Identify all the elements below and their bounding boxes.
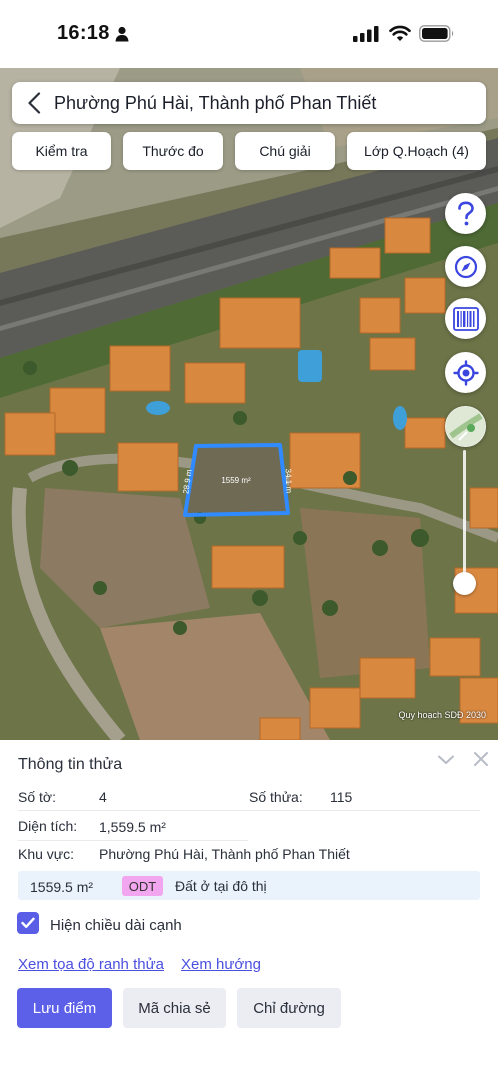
map-credit: Quy hoạch SDĐ 2030 — [398, 710, 486, 720]
parcel-info-panel: Thông tin thửa Số tờ: 4 Số thửa: 115 Diệ… — [0, 740, 498, 1080]
location-title: Phường Phú Hài, Thành phố Phan Thiết — [54, 92, 377, 113]
zone-name: Đất ở tại đô thị — [175, 878, 267, 894]
parcel-edge-right-label: 34.1 m — [284, 469, 294, 494]
show-edge-length-checkbox[interactable] — [17, 912, 39, 934]
chip-kiem-tra[interactable]: Kiểm tra — [12, 132, 111, 170]
barcode-icon — [452, 306, 479, 331]
my-location-icon — [452, 359, 479, 386]
layer-thumbnail-icon — [445, 406, 486, 447]
chip-thuoc-do[interactable]: Thước đo — [123, 132, 223, 170]
parcel-number-label: Số thửa: — [249, 789, 303, 805]
chip-lop-quy-hoach[interactable]: Lớp Q.Hoạch (4) — [347, 132, 486, 170]
zone-area-value: 1559.5 m² — [30, 879, 94, 895]
location-search-bar[interactable]: Phường Phú Hài, Thành phố Phan Thiết — [12, 82, 486, 124]
status-bar: 16:18 — [0, 0, 498, 68]
parcel-number-value: 115 — [330, 789, 353, 805]
person-icon — [115, 26, 129, 42]
chevron-down-icon[interactable] — [436, 750, 456, 770]
help-icon — [457, 200, 474, 225]
view-direction-link[interactable]: Xem hướng — [181, 956, 261, 973]
back-arrow-icon[interactable] — [16, 82, 52, 124]
battery-icon — [419, 25, 454, 42]
status-time: 16:18 — [57, 22, 110, 44]
region-label: Khu vực: — [18, 846, 75, 862]
close-icon[interactable] — [472, 750, 490, 768]
view-boundary-coordinates-link[interactable]: Xem tọa độ ranh thửa — [18, 956, 164, 973]
checkmark-icon — [21, 917, 35, 928]
compass-button[interactable] — [445, 246, 486, 287]
divider — [18, 810, 480, 811]
parcel-area-label: 1559 m² — [221, 476, 251, 485]
layer-opacity-slider-thumb[interactable] — [453, 572, 476, 595]
chip-chu-giai[interactable]: Chú giải — [235, 132, 335, 170]
wifi-icon — [389, 25, 411, 41]
cellular-signal-icon — [353, 26, 379, 42]
compass-icon — [454, 255, 477, 278]
area-value: 1,559.5 m² — [99, 819, 166, 835]
map-tool-chips: Kiểm tra Thước đo Chú giải Lớp Q.Hoạch (… — [12, 132, 486, 170]
show-edge-length-label[interactable]: Hiện chiều dài cạnh — [50, 917, 182, 934]
help-button[interactable] — [445, 193, 486, 234]
sheet-number-label: Số tờ: — [18, 789, 56, 805]
directions-button[interactable]: Chỉ đường — [237, 988, 341, 1028]
region-value: Phường Phú Hài, Thành phố Phan Thiết — [99, 846, 350, 862]
panel-title: Thông tin thửa — [18, 756, 123, 773]
save-point-button[interactable]: Lưu điểm — [17, 988, 112, 1028]
layer-opacity-slider-track[interactable] — [463, 450, 466, 586]
layer-toggle-button[interactable] — [445, 406, 486, 447]
divider — [18, 840, 248, 841]
barcode-button[interactable] — [445, 298, 486, 339]
sheet-number-value: 4 — [99, 789, 107, 805]
area-label: Diện tích: — [18, 818, 78, 834]
zone-code-badge: ODT — [122, 876, 163, 896]
share-code-button[interactable]: Mã chia sẻ — [123, 988, 226, 1028]
my-location-button[interactable] — [445, 352, 486, 393]
